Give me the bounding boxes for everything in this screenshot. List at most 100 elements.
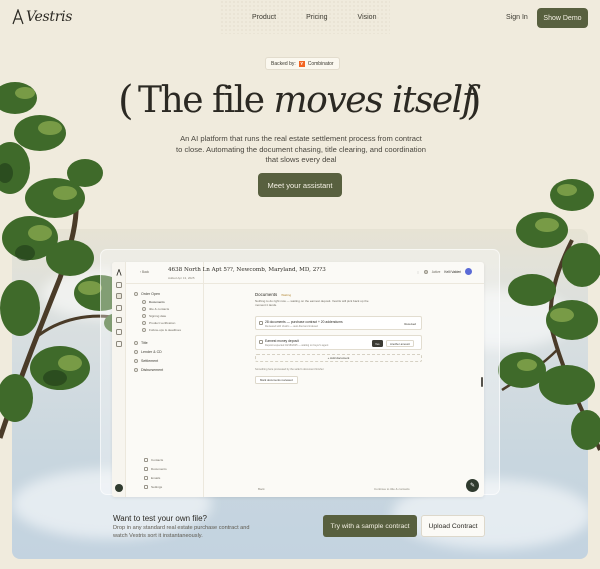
sidebar-order-open[interactable]: Order Open (134, 292, 160, 296)
sidebar-footer-label: Documents (151, 467, 167, 471)
status-icon (423, 269, 428, 274)
gear-icon (144, 485, 148, 489)
confirm-yes-button[interactable]: Yes (372, 340, 383, 347)
back-button[interactable]: ‹ Back (140, 270, 149, 274)
sidebar-group-title[interactable]: Title (134, 341, 148, 345)
sidebar-sub-title-contacts[interactable]: title & contacts (142, 307, 169, 311)
show-demo-button[interactable]: Show Demo (537, 8, 588, 28)
order-sidebar: Order Open Documents title & contacts Si… (126, 262, 204, 497)
documents-title: Documents (255, 292, 278, 297)
icon-rail (112, 262, 126, 497)
ring-icon (134, 368, 138, 372)
sidebar-footer-settings[interactable]: Settings (144, 485, 162, 489)
card-title: Earnest money deposit (265, 339, 299, 343)
sidebar-sub-signing-date[interactable]: Signing date (142, 314, 166, 318)
sidebar-sub-label: Product verification (149, 321, 176, 325)
sidebar-footer-contacts[interactable]: Contacts (144, 458, 163, 462)
sidebar-sub-label: Follow-ups & deadlines (149, 328, 181, 332)
rail-logo-icon[interactable] (116, 269, 122, 276)
sidebar-sub-label: title & contacts (149, 307, 170, 311)
earnest-money-card[interactable]: Earnest money deposit Deposit expected 0… (255, 335, 422, 350)
sidebar-footer-emails[interactable]: Emails (144, 476, 160, 480)
sidebar-sub-product-verification[interactable]: Product verification (142, 321, 175, 325)
property-address: 4638 North Ln Apt 5??, Newcomb, Maryland… (168, 267, 326, 273)
sidebar-group-disbursement[interactable]: Disbursement (134, 368, 163, 372)
sidebar-group-settlement[interactable]: Settlement (134, 359, 158, 363)
assistant-pen-icon[interactable]: ✎ (466, 479, 479, 492)
sidebar-footer-label: Contacts (151, 458, 164, 462)
card-title: 28 documents — purchase contract + 20 ad… (265, 320, 343, 324)
mark-reviewed-button[interactable]: Mark documents reviewed (255, 376, 298, 384)
sidebar-footer-documents[interactable]: Documents (144, 467, 167, 471)
nav-vision[interactable]: Vision (358, 14, 377, 21)
headline-part-2: moves itself (273, 80, 475, 121)
user-menu[interactable]: ⋮ Active Kelli Valderi (417, 268, 472, 275)
rail-home-icon[interactable] (116, 293, 122, 299)
rail-inbox-icon[interactable] (116, 317, 122, 323)
top-navigation: Vestris Product Pricing Vision Sign In S… (0, 0, 600, 36)
sidebar-sub-follow-ups[interactable]: Follow-ups & deadlines (142, 328, 181, 332)
rail-filter-icon[interactable] (116, 329, 122, 335)
app-window: Order Open Documents title & contacts Si… (112, 262, 484, 497)
rail-files-icon[interactable] (116, 305, 122, 311)
ring-icon (142, 321, 146, 325)
bottom-back-link[interactable]: Back (258, 487, 265, 491)
add-document-button[interactable]: + Add document (255, 354, 422, 362)
try-sample-contract-button[interactable]: Try with a sample contract (323, 515, 417, 537)
backed-by-label: Backed by: (271, 60, 296, 67)
rail-collapse-icon[interactable] (116, 282, 122, 288)
status-ring-icon (134, 292, 138, 296)
backed-by-badge: Backed by: Y Combinator (265, 57, 340, 70)
user-status: Active (431, 269, 441, 274)
nav-pricing[interactable]: Pricing (306, 14, 327, 21)
documents-status-badge: Waiting (281, 292, 292, 297)
logo[interactable]: Vestris (12, 9, 72, 25)
sidebar-group-label: Lender & CD (141, 350, 162, 354)
test-file-heading: Want to test your own file? (113, 514, 207, 523)
ring-icon (142, 307, 146, 311)
card-subtitle: Reviewed with Vestris — auto-filed and i… (265, 325, 318, 328)
sidebar-group-label: Settlement (141, 359, 159, 363)
y-combinator-icon: Y (298, 60, 305, 67)
sidebar-group-lender[interactable]: Lender & CD (134, 350, 162, 354)
app-scrollbar[interactable] (481, 377, 483, 387)
upload-contract-button[interactable]: Upload Contract (421, 515, 485, 537)
sidebar-sub-documents[interactable]: Documents (142, 300, 165, 304)
documents-icon (144, 467, 148, 471)
another-amount-button[interactable]: Another amount (386, 340, 414, 347)
documents-intro: Nothing to do right now — waiting on the… (255, 299, 369, 308)
documents-header: Documents Waiting (255, 292, 291, 297)
test-file-description: Drop in any standard real estate purchas… (113, 525, 250, 539)
sidebar-footer-label: Settings (151, 485, 163, 489)
nav-links: Product Pricing Vision (252, 14, 376, 21)
app-topbar: ‹ Back 4638 North Ln Apt 5??, Newcomb, M… (126, 262, 484, 284)
headline-part-1: The file (138, 80, 274, 121)
continue-link[interactable]: Continue to title & contacts (374, 487, 410, 491)
sidebar-sub-label: Documents (149, 300, 165, 304)
avatar[interactable] (465, 268, 472, 275)
follow-up-text: Something here processed by the seller's… (255, 368, 324, 371)
sidebar-footer-label: Emails (151, 476, 161, 480)
rail-avatar[interactable] (115, 484, 123, 492)
hero-subtitle: An AI platform that runs the real estate… (176, 134, 426, 164)
card-subtitle: Deposit expected 04/18/2025 — waiting on… (265, 344, 329, 347)
nav-product[interactable]: Product (252, 14, 276, 21)
check-ring-icon (142, 300, 146, 304)
more-icon[interactable]: ⋮ (417, 270, 420, 274)
money-icon (259, 340, 263, 344)
backer-name: Combinator (307, 60, 334, 67)
ring-icon (142, 328, 146, 332)
sidebar-sub-label: Signing date (149, 314, 167, 318)
ring-icon (134, 350, 138, 354)
sidebar-group-label: Disbursement (141, 368, 164, 372)
contacts-icon (144, 458, 148, 462)
ring-icon (142, 314, 146, 318)
meet-assistant-button[interactable]: Meet your assistant (258, 173, 342, 197)
user-name: Kelli Valderi (444, 269, 461, 274)
logo-text: Vestris (26, 9, 73, 25)
rail-calendar-icon[interactable] (116, 341, 122, 347)
sign-in-link[interactable]: Sign In (506, 14, 528, 21)
received-badge: Received (404, 322, 416, 326)
sidebar-order-open-label: Order Open (141, 292, 160, 296)
documents-received-card[interactable]: 28 documents — purchase contract + 20 ad… (255, 316, 422, 330)
